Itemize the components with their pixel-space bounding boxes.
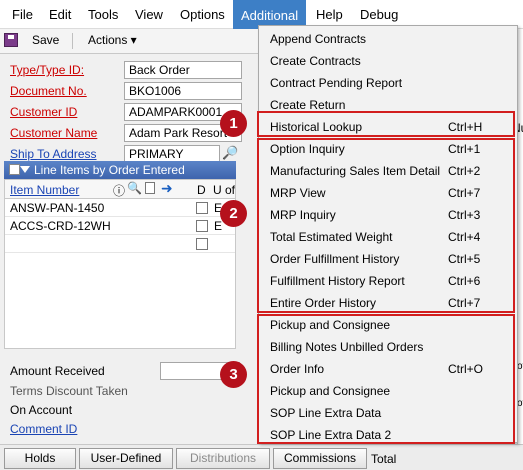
ship-to-address-label[interactable]: Ship To Address [10, 147, 97, 161]
tab-user-defined[interactable]: User-Defined [79, 448, 173, 469]
menu-tools[interactable]: Tools [81, 0, 125, 29]
highlight-box-1 [257, 111, 515, 137]
line-items-title: Line Items by Order Entered [34, 163, 185, 177]
row-checkbox[interactable] [196, 238, 208, 250]
note-icon[interactable] [145, 182, 155, 194]
arrow-right-icon[interactable]: ➜ [161, 180, 173, 197]
menu-item-contract-pending-report[interactable]: Contract Pending Report [259, 72, 517, 94]
search-icon[interactable]: 🔍 [127, 181, 142, 195]
tab-distributions[interactable]: Distributions [176, 448, 270, 469]
panel-select-checkbox[interactable] [9, 164, 20, 175]
callout-badge-2: 2 [220, 200, 247, 227]
on-account-label: On Account [10, 403, 73, 417]
menu-options[interactable]: Options [173, 0, 232, 29]
total-label: Total [371, 452, 397, 466]
highlight-box-2 [257, 138, 515, 313]
save-icon[interactable] [4, 33, 18, 47]
type-id-field[interactable]: Back Order [124, 61, 242, 79]
u-of-m-column-header: U of [213, 183, 236, 197]
item-number-column-header[interactable]: Item Number [10, 183, 79, 197]
customer-id-label[interactable]: Customer ID [10, 105, 77, 119]
row-checkbox[interactable] [196, 220, 208, 232]
menu-item-create-contracts[interactable]: Create Contracts [259, 50, 517, 72]
item-number-cell[interactable]: ANSW-PAN-1450 [10, 201, 104, 215]
table-row[interactable] [5, 235, 235, 253]
tab-holds[interactable]: Holds [4, 448, 76, 469]
actions-button[interactable]: Actions ▾ [88, 33, 137, 47]
menu-edit[interactable]: Edit [42, 0, 78, 29]
toolbar-divider [72, 33, 73, 49]
document-no-field[interactable]: BKO1006 [124, 82, 242, 100]
callout-badge-3: 3 [220, 361, 247, 388]
menu-file[interactable]: File [5, 0, 40, 29]
bottom-tab-bar: Holds User-Defined Distributions Commiss… [0, 444, 523, 470]
line-items-header[interactable]: Line Items by Order Entered [4, 161, 236, 179]
highlight-box-3 [257, 314, 515, 444]
order-header-form: Type/Type ID: Back Order Document No. BK… [0, 55, 242, 163]
terms-discount-taken-label: Terms Discount Taken [10, 384, 128, 398]
menu-view[interactable]: View [128, 0, 170, 29]
totals-section: Amount Received Terms Discount Taken On … [0, 358, 240, 440]
customer-name-label[interactable]: Customer Name [10, 126, 97, 140]
document-no-label[interactable]: Document No. [10, 84, 87, 98]
amount-received-label: Amount Received [10, 364, 105, 378]
table-row[interactable]: ACCS-CRD-12WH E [5, 217, 235, 235]
info-icon[interactable]: ⓘ [113, 182, 125, 199]
d-column-header: D [197, 183, 206, 197]
collapse-triangle-icon[interactable] [20, 166, 30, 173]
row-checkbox[interactable] [196, 202, 208, 214]
callout-badge-1: 1 [220, 110, 247, 137]
table-row[interactable]: ANSW-PAN-1450 E [5, 199, 235, 217]
item-number-cell[interactable]: ACCS-CRD-12WH [10, 219, 111, 233]
save-button[interactable]: Save [32, 33, 59, 47]
menu-item-append-contracts[interactable]: Append Contracts [259, 28, 517, 50]
type-id-label[interactable]: Type/Type ID: [10, 63, 84, 77]
line-items-grid: ANSW-PAN-1450 E ACCS-CRD-12WH E [4, 199, 236, 349]
u-of-m-cell[interactable]: E [214, 219, 222, 233]
grid-header: Item Number ⓘ 🔍 ➜ D U of [4, 179, 236, 199]
tab-commissions[interactable]: Commissions [273, 448, 367, 469]
comment-id-label[interactable]: Comment ID [10, 422, 77, 436]
